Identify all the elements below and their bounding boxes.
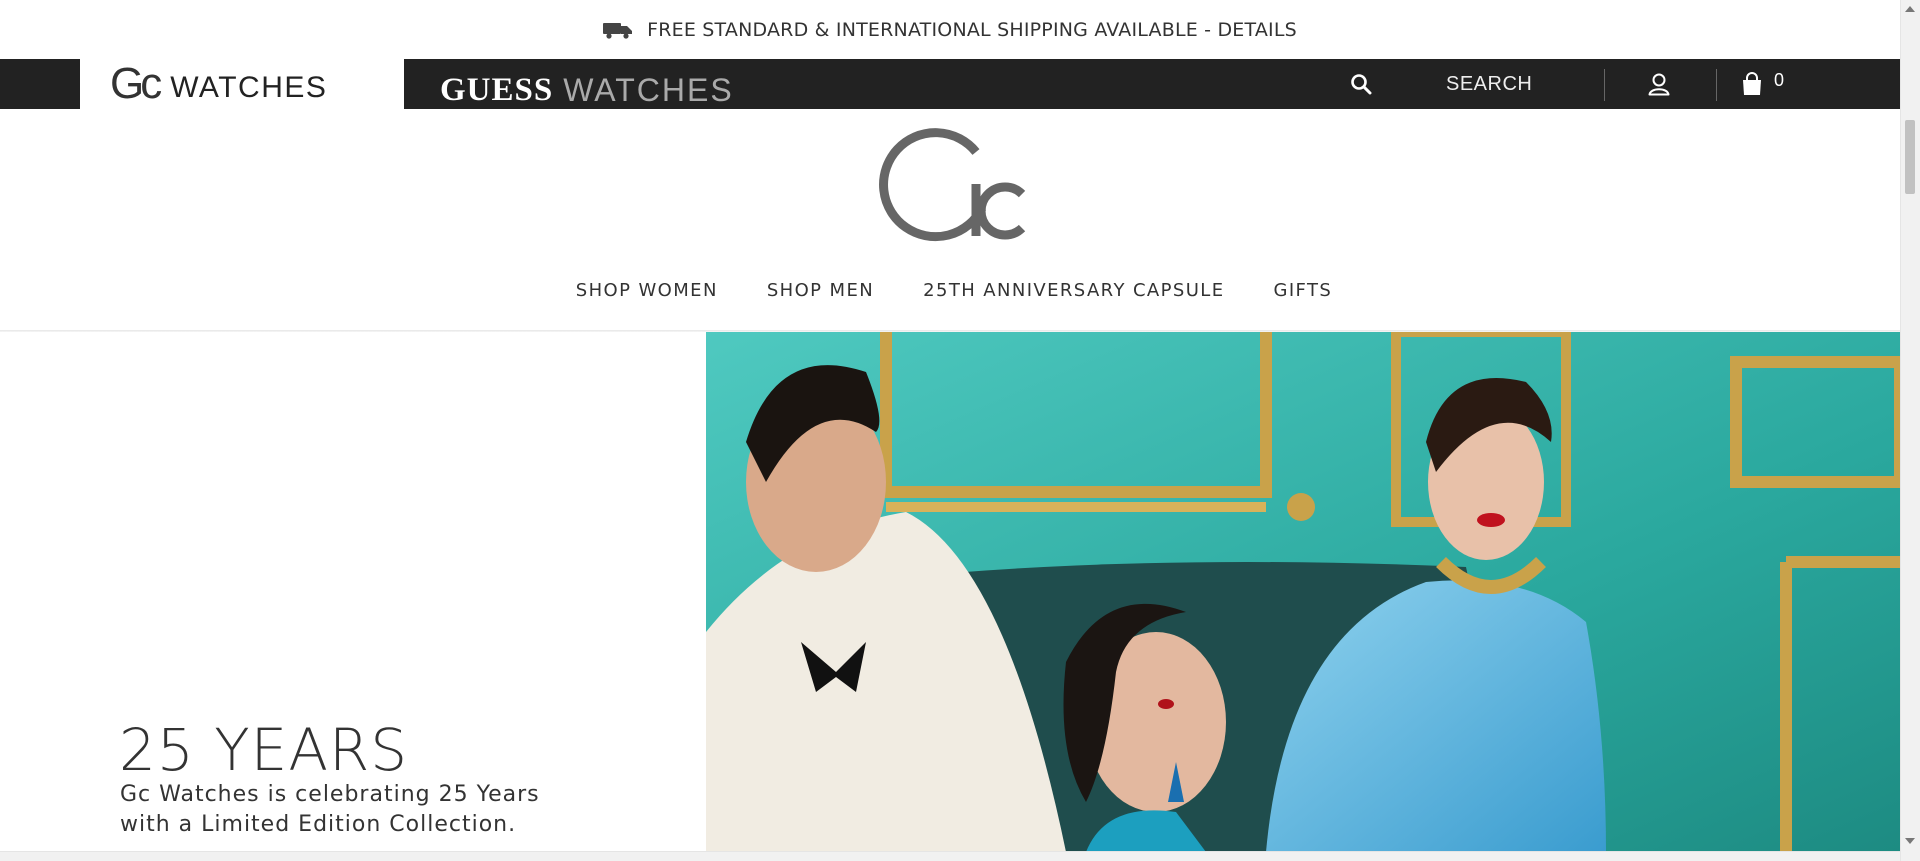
scroll-up-arrow-icon[interactable] (1904, 4, 1916, 14)
brand-tab-gc-watches[interactable]: Gc WATCHES (80, 59, 404, 109)
account-icon (1648, 73, 1670, 96)
shopping-bag-icon (1743, 72, 1761, 95)
account-button[interactable] (1648, 59, 1674, 109)
hero-title: 25 YEARS (119, 716, 409, 784)
divider (1604, 69, 1605, 101)
search-icon (1351, 74, 1372, 95)
gc-logo-icon (879, 128, 1026, 242)
guess-wordmark: GUESS (440, 72, 554, 108)
nav-shop-women[interactable]: SHOP WOMEN (576, 280, 718, 310)
divider (1716, 69, 1717, 101)
nav-25th-anniversary-capsule[interactable]: 25TH ANNIVERSARY CAPSULE (923, 280, 1224, 310)
search-label[interactable]: SEARCH (1446, 59, 1532, 109)
nav-gifts[interactable]: GIFTS (1274, 280, 1333, 310)
gc-mark: Gc (110, 59, 162, 108)
announcement-bar[interactable]: FREE STANDARD & INTERNATIONAL SHIPPING A… (0, 0, 1900, 59)
main-nav: SHOP WOMEN SHOP MEN 25TH ANNIVERSARY CAP… (0, 280, 1900, 310)
campaign-photo (706, 332, 1900, 852)
truck-icon (603, 22, 633, 39)
guess-watches-wordmark: WATCHES (563, 72, 734, 108)
search-button[interactable] (1350, 59, 1380, 109)
cart-button[interactable]: 0 (1740, 59, 1784, 109)
gc-wordmark: WATCHES (170, 71, 328, 104)
hero-subtitle: Gc Watches is celebrating 25 Years with … (120, 782, 540, 837)
scroll-down-arrow-icon[interactable] (1904, 836, 1916, 846)
hero-campaign-image[interactable] (706, 332, 1900, 852)
window-bottom-edge (0, 851, 1900, 861)
cart-count: 0 (1774, 69, 1785, 90)
gc-logo[interactable] (870, 124, 1030, 242)
nav-shop-men[interactable]: SHOP MEN (767, 280, 874, 310)
scrollbar-thumb[interactable] (1905, 120, 1915, 194)
announcement-text[interactable]: FREE STANDARD & INTERNATIONAL SHIPPING A… (647, 19, 1297, 41)
brand-tab-guess-watches[interactable]: GUESS WATCHES (440, 72, 734, 109)
